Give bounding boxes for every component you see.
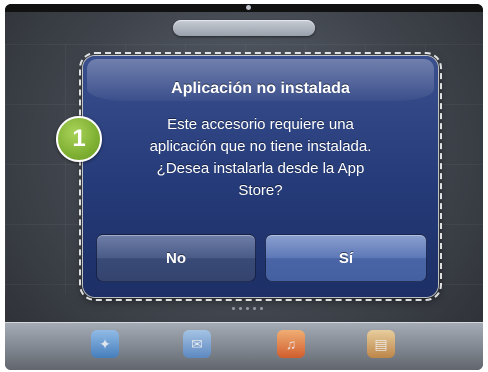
alert-title: Aplicación no instalada — [171, 80, 350, 97]
camera-icon — [246, 5, 251, 10]
dock: ✦ ✉ ♫ ▤ — [5, 322, 483, 370]
ipad-frame: ✦ ✉ ♫ ▤ Aplicación no instalada Este acc… — [0, 0, 488, 372]
alert-message-line: aplicación que no tiene instalada. — [149, 138, 372, 155]
no-button[interactable]: No — [96, 234, 256, 282]
page-dot — [245, 307, 249, 310]
page-dot — [259, 307, 263, 310]
safari-icon[interactable]: ✦ — [91, 330, 119, 358]
alert-dialog: Aplicación no instalada Este accesorio r… — [79, 52, 442, 301]
page-dot — [231, 307, 235, 310]
alert-message: Este accesorio requiere una aplicación q… — [83, 114, 438, 202]
ibooks-icon[interactable]: ▤ — [367, 330, 395, 358]
alert-message-line: ¿Desea instalarla desde la App — [156, 160, 365, 177]
alert-message-line: Este accesorio requiere una — [167, 116, 354, 133]
status-bar — [5, 4, 483, 12]
page-indicator[interactable] — [227, 307, 267, 313]
mail-icon[interactable]: ✉ — [183, 330, 211, 358]
yes-button[interactable]: Sí — [265, 234, 427, 282]
step-badge: 1 — [56, 116, 102, 162]
alert-message-line: Store? — [238, 182, 283, 199]
page-dot — [252, 307, 256, 310]
music-icon[interactable]: ♫ — [277, 330, 305, 358]
page-dot — [238, 307, 242, 310]
search-bar[interactable] — [173, 20, 315, 36]
